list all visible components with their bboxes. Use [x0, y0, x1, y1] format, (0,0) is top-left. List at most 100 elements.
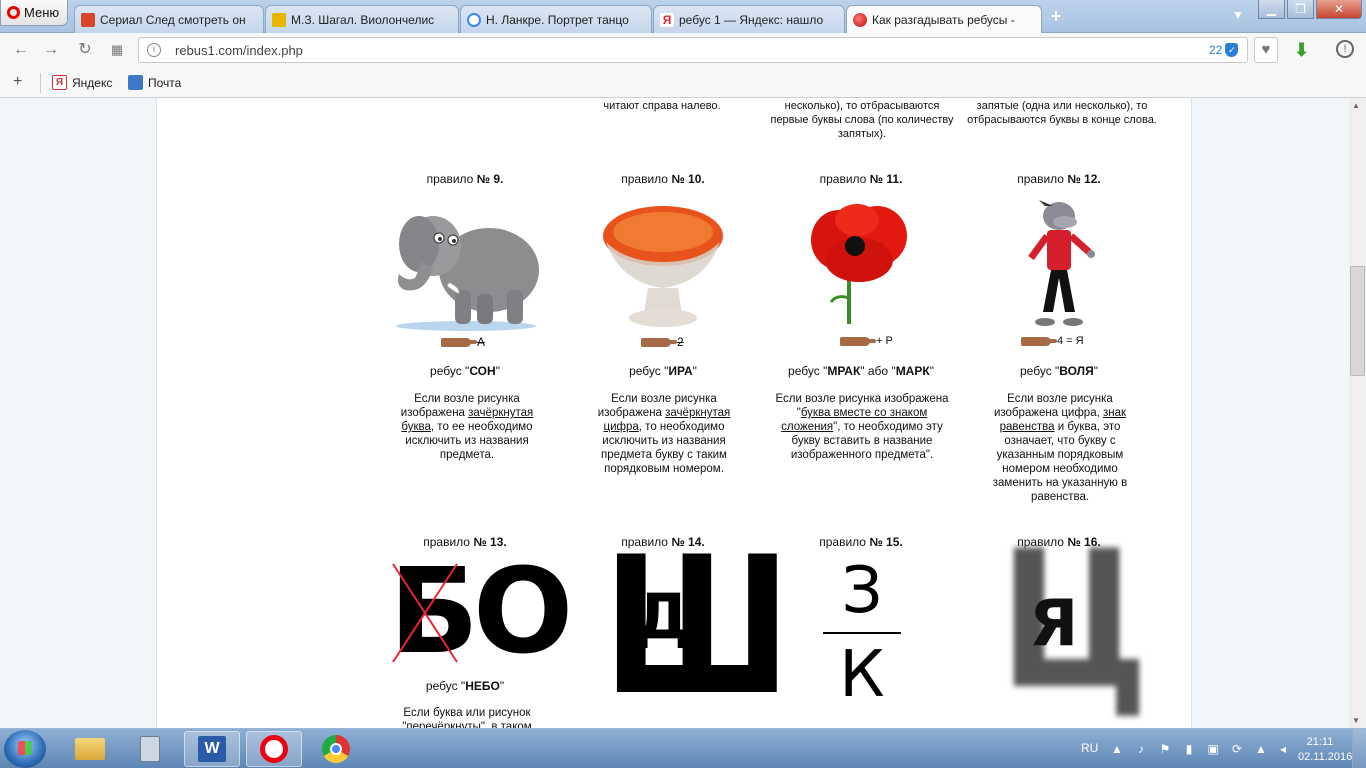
text: запятые (одна или несколько), то отбрасы…: [967, 100, 1157, 126]
page-scrollbar[interactable]: ▲ ▼: [1349, 98, 1366, 728]
reload-icon[interactable]: ↻: [76, 41, 94, 59]
minimize-icon[interactable]: ▁: [1258, 0, 1285, 19]
back-icon[interactable]: ←: [12, 41, 30, 59]
rule-13-description: Если буква или рисунок "перечёркнуты", в…: [393, 706, 541, 728]
rule-7-text-tail: несколько), то отбрасываются первые букв…: [769, 99, 955, 141]
add-bookmark-icon[interactable]: +: [13, 73, 22, 91]
rule-word: правило: [621, 172, 668, 186]
tab-shagal[interactable]: М.З. Шагал. Виолончелис: [265, 5, 459, 33]
answer-prefix: ребус ": [430, 364, 470, 378]
tab-favicon-icon: [853, 13, 867, 27]
site-info-icon[interactable]: i: [147, 43, 161, 57]
tab-rebus-active[interactable]: Как разгадывать ребусы -: [846, 5, 1042, 34]
rule-number: № 9.: [476, 172, 504, 186]
maximize-icon[interactable]: ❐: [1287, 0, 1314, 19]
rule-word: правило: [426, 172, 474, 186]
divider: [40, 73, 41, 93]
answer-suffix: ": [929, 364, 934, 378]
language-indicator[interactable]: RU: [1081, 741, 1098, 755]
wolf-cartoon-image: [1028, 200, 1095, 326]
desc-text: и буква, это означает, что букву с указа…: [992, 421, 1128, 503]
calculator-icon[interactable]: [122, 731, 178, 767]
rule-13-image: БО: [389, 546, 573, 676]
google-drive-icon[interactable]: ▲: [1254, 742, 1268, 756]
cross-out-mark: [392, 563, 458, 663]
answer-suffix: ": [495, 364, 500, 378]
clock-time: 21:11: [1306, 736, 1334, 748]
sync-icon[interactable]: ⟳: [1230, 742, 1244, 756]
numerator-letter: З: [841, 554, 883, 628]
hint-text: + Р: [876, 335, 893, 347]
url-text[interactable]: rebus1.com/index.php: [175, 43, 303, 58]
show-desktop-button[interactable]: [1352, 729, 1366, 768]
rule-9-header: правило № 9.: [365, 172, 565, 186]
answer-suffix: ": [1093, 364, 1098, 378]
answer-word: ВОЛЯ: [1059, 364, 1094, 378]
mail-icon: [128, 75, 143, 90]
tab-favicon-icon: [272, 12, 286, 27]
close-icon[interactable]: ✕: [1316, 0, 1362, 19]
answer-suffix: ": [692, 364, 697, 378]
window-controls: ▁ ❐ ✕: [1258, 0, 1362, 19]
scroll-thumb[interactable]: [1350, 266, 1365, 376]
bookmark-mail[interactable]: Почта: [128, 75, 181, 90]
bookmark-label: Почта: [148, 75, 182, 90]
rule-10-description: Если возле рисунка изображена зачёркнута…: [591, 392, 737, 476]
red-caviar-image: [603, 206, 723, 327]
scroll-down-icon[interactable]: ▼: [1352, 716, 1360, 725]
tab-yandex-search[interactable]: Я ребус 1 — Яндекс: нашло: [653, 5, 845, 33]
opera-logo-icon: [7, 6, 20, 19]
settings-icon[interactable]: !: [1336, 40, 1354, 58]
inner-letter: Д: [635, 580, 691, 653]
volume-icon[interactable]: ♪: [1134, 742, 1148, 756]
speaker-icon[interactable]: ◂: [1276, 742, 1290, 756]
download-icon[interactable]: ⬇: [1294, 40, 1309, 61]
rule-9-hint: А: [441, 335, 485, 349]
bookmark-label: Яндекс: [72, 75, 113, 90]
network-signal-icon[interactable]: ▮: [1182, 742, 1196, 756]
opera-menu-button[interactable]: Меню: [0, 0, 68, 26]
address-bar[interactable]: i rebus1.com/index.php 22 ✓: [138, 37, 1248, 63]
hint-text: 2: [677, 335, 684, 349]
forward-icon[interactable]: →: [42, 41, 60, 59]
tray-expand-icon[interactable]: ▲: [1110, 742, 1124, 756]
tab-lancret[interactable]: Н. Ланкре. Портрет танцо: [460, 5, 652, 33]
answer-word: НЕБО: [465, 679, 500, 693]
windows-logo-icon: [18, 741, 32, 755]
heart-icon[interactable]: ♥: [1254, 37, 1278, 63]
rule-11-hint: + Р: [840, 335, 893, 347]
rule-15-image: З К: [819, 558, 905, 714]
rule-12-hint: 4 = Я: [1021, 335, 1084, 347]
pointing-hand-icon: [441, 337, 477, 347]
tab-menu-icon[interactable]: ▼: [1228, 8, 1248, 24]
answer-word: ИРА: [668, 364, 693, 378]
clock[interactable]: 21:11 02.11.2016: [1298, 735, 1352, 765]
scroll-up-icon[interactable]: ▲: [1352, 101, 1360, 110]
rule-11-description: Если возле рисунка изображена "буква вме…: [771, 392, 953, 462]
page-viewport: читают справа налево. несколько), то отб…: [0, 98, 1366, 728]
hint-text: 4 = Я: [1057, 335, 1084, 347]
bookmark-yandex[interactable]: Я Яндекс: [52, 75, 112, 90]
device-icon[interactable]: ▣: [1206, 742, 1220, 756]
start-button[interactable]: [4, 730, 46, 768]
word-icon[interactable]: W: [184, 731, 240, 767]
chrome-icon[interactable]: [308, 731, 364, 767]
action-center-icon[interactable]: ⚑: [1158, 742, 1172, 756]
desc-text: Если возле рисунка изображена цифра,: [993, 393, 1113, 419]
opera-icon[interactable]: [246, 731, 302, 767]
pointing-hand-icon: [641, 337, 677, 347]
tab-serial[interactable]: Сериал След смотреть он: [74, 5, 264, 33]
rule-8-text-tail: запятые (одна или несколько), то отбрасы…: [967, 99, 1157, 127]
yandex-icon: Я: [660, 12, 674, 27]
rule-word: правило: [1017, 172, 1064, 186]
text: несколько), то отбрасываются первые букв…: [770, 100, 954, 140]
elephant-image: [396, 216, 539, 331]
speed-dial-grid-icon[interactable]: ▦: [108, 41, 126, 59]
file-explorer-icon[interactable]: [62, 731, 118, 767]
rule-6-text-tail: читают справа налево.: [597, 99, 727, 113]
answer-mid: " або ": [860, 364, 896, 378]
rule-12-header: правило № 12.: [959, 172, 1159, 186]
fraction-line: [823, 632, 901, 634]
new-tab-button[interactable]: +: [1046, 6, 1066, 26]
adblock-badge[interactable]: 22 ✓: [1209, 43, 1239, 57]
